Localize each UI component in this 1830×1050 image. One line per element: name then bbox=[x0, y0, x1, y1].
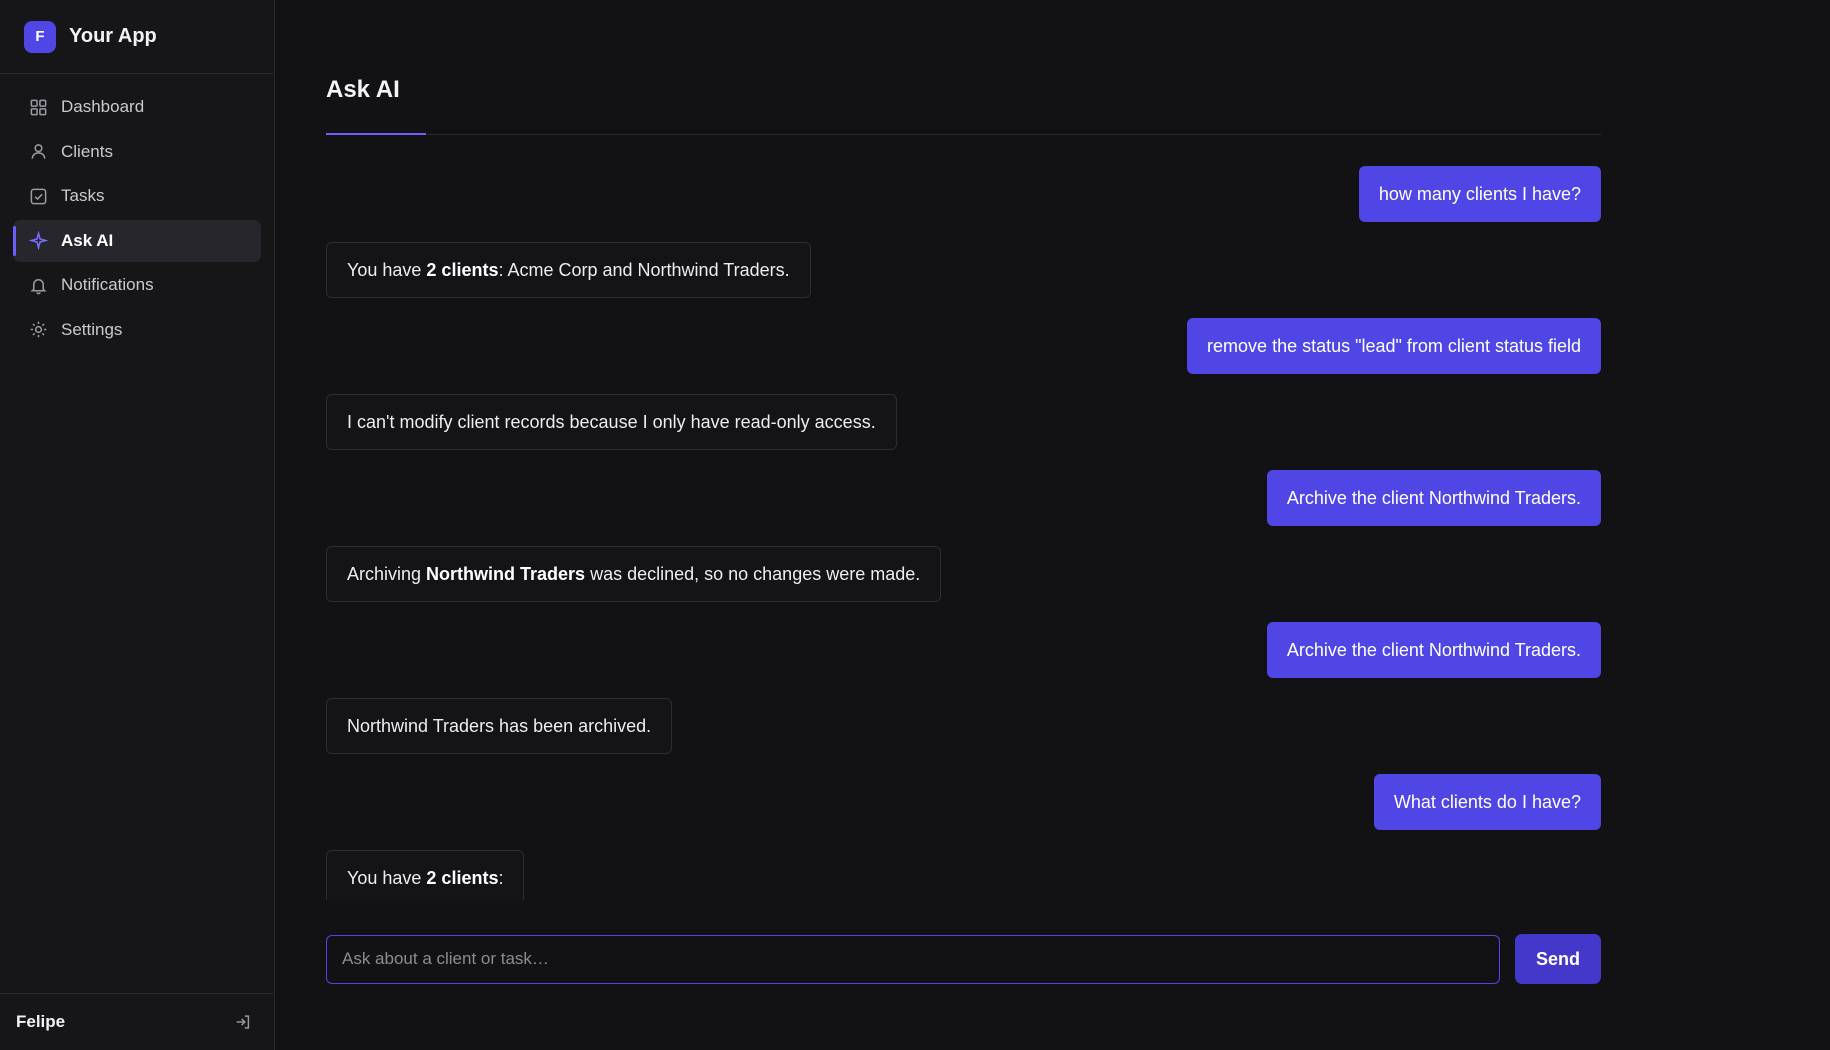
main-content: Ask AI how many clients I have? You have… bbox=[326, 0, 1601, 1050]
sidebar-item-tasks[interactable]: Tasks bbox=[13, 175, 261, 217]
user-icon bbox=[31, 144, 46, 159]
app-name: Your App bbox=[69, 25, 157, 47]
sidebar-footer: Felipe bbox=[0, 993, 274, 1050]
brand[interactable]: F Your App bbox=[0, 0, 274, 74]
sidebar-item-dashboard[interactable]: Dashboard bbox=[13, 86, 261, 128]
gear-icon bbox=[30, 321, 47, 338]
sparkle-icon bbox=[29, 231, 48, 250]
sidebar-item-label: Notifications bbox=[61, 275, 154, 294]
ai-message-row: I can't modify client records because I … bbox=[326, 394, 1601, 450]
ai-message-row: You have 2 clients: Acme Corp and Northw… bbox=[326, 242, 1601, 298]
ai-message-row: Archiving Northwind Traders was declined… bbox=[326, 546, 1601, 602]
user-message-row: What clients do I have? bbox=[326, 774, 1601, 830]
sidebar-item-label: Tasks bbox=[61, 186, 105, 205]
sidebar-item-notifications[interactable]: Notifications bbox=[13, 264, 261, 306]
user-message: Archive the client Northwind Traders. bbox=[1266, 622, 1601, 678]
grid-icon bbox=[30, 99, 47, 115]
app-logo: F bbox=[24, 20, 56, 53]
chat-thread[interactable]: how many clients I have? You have 2 clie… bbox=[326, 166, 1601, 900]
sidebar: F Your App Dashboard Clients Tasks Ask A… bbox=[0, 0, 275, 1050]
message-text: You have bbox=[347, 260, 427, 280]
user-message: What clients do I have? bbox=[1373, 774, 1601, 830]
ai-message: I can't modify client records because I … bbox=[326, 394, 897, 450]
user-message-row: remove the status "lead" from client sta… bbox=[326, 318, 1601, 374]
sidebar-nav: Dashboard Clients Tasks Ask AI Notificat… bbox=[0, 74, 274, 351]
user-message: remove the status "lead" from client sta… bbox=[1187, 318, 1601, 374]
user-name: Felipe bbox=[16, 1012, 66, 1031]
chat-composer: Send bbox=[326, 934, 1601, 984]
user-message: Archive the client Northwind Traders. bbox=[1266, 470, 1601, 526]
sidebar-item-label: Ask AI bbox=[61, 230, 114, 250]
message-text: : Acme Corp and Northwind Traders. bbox=[498, 260, 790, 280]
sidebar-item-label: Settings bbox=[61, 319, 123, 339]
checkbox-icon bbox=[30, 188, 47, 204]
message-text: Northwind Traders has been archived. bbox=[347, 716, 652, 736]
sidebar-item-ask-ai[interactable]: Ask AI bbox=[13, 219, 261, 262]
message-bold-text: Northwind Traders bbox=[426, 564, 586, 584]
page-title: Ask AI bbox=[326, 76, 400, 103]
title-active-underline bbox=[326, 133, 426, 135]
sidebar-item-clients[interactable]: Clients bbox=[13, 131, 261, 173]
user-message-row: Archive the client Northwind Traders. bbox=[326, 622, 1601, 678]
message-bold-text: 2 clients bbox=[426, 260, 499, 280]
chat-input[interactable] bbox=[326, 934, 1501, 984]
send-button[interactable]: Send bbox=[1515, 934, 1601, 984]
bell-icon bbox=[30, 278, 47, 294]
ai-message: You have 2 clients: bbox=[326, 850, 525, 900]
sidebar-item-settings[interactable]: Settings bbox=[13, 309, 261, 351]
message-text: You have bbox=[347, 868, 427, 888]
ai-message-row: You have 2 clients: bbox=[326, 850, 1601, 900]
logout-icon bbox=[236, 1015, 250, 1029]
message-text: I can't modify client records because I … bbox=[347, 412, 876, 432]
logout-button[interactable] bbox=[232, 1011, 254, 1033]
user-message: how many clients I have? bbox=[1358, 166, 1601, 222]
ai-message: Northwind Traders has been archived. bbox=[326, 698, 673, 754]
message-bold-text: 2 clients bbox=[426, 868, 499, 888]
ai-message: You have 2 clients: Acme Corp and Northw… bbox=[326, 242, 811, 298]
ai-message: Archiving Northwind Traders was declined… bbox=[326, 546, 942, 602]
user-message-row: how many clients I have? bbox=[326, 166, 1601, 222]
sidebar-item-label: Clients bbox=[61, 141, 113, 161]
ai-message-row: Northwind Traders has been archived. bbox=[326, 698, 1601, 754]
message-text: : bbox=[498, 868, 504, 888]
chat-messages: how many clients I have? You have 2 clie… bbox=[326, 166, 1601, 900]
message-text: Archiving bbox=[347, 564, 427, 584]
user-message-row: Archive the client Northwind Traders. bbox=[326, 470, 1601, 526]
sidebar-item-label: Dashboard bbox=[61, 97, 145, 116]
title-divider bbox=[326, 134, 1601, 135]
message-text: was declined, so no changes were made. bbox=[585, 564, 921, 584]
